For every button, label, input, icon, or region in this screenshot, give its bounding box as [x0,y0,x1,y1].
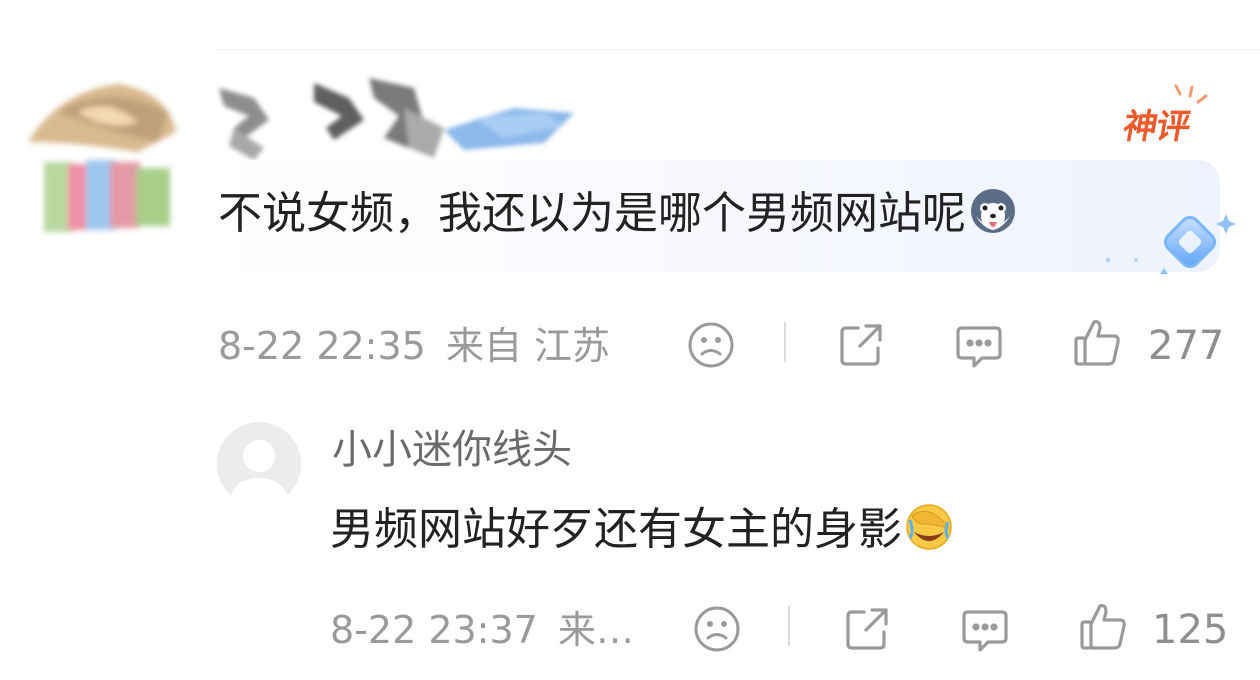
reply-meta: 8-22 23:37 来… [330,608,634,652]
username-censored[interactable] [214,68,594,168]
dislike-face-icon[interactable] [686,320,736,374]
reply-username[interactable]: 小小迷你线头 [332,426,572,474]
reply-avatar[interactable] [217,422,301,506]
like-count: 277 [1148,323,1225,369]
reply-text-content: 男频网站好歹还有女主的身影 [330,504,902,555]
reply-timestamp: 8-22 23:37 [330,608,538,652]
comment-text-content: 不说女频，我还以为是哪个男频网站呢 [218,188,966,239]
comment-timestamp: 8-22 22:35 [218,324,426,368]
reply-share-icon[interactable] [842,604,892,658]
reply-action-separator [788,606,790,646]
like-thumb-icon[interactable] [1072,316,1122,372]
reply-like-thumb-icon[interactable] [1078,600,1128,656]
diamond-decoration-icon [1098,204,1238,280]
hot-comment-badge: 神评 [1118,84,1218,147]
comment-location: 来自 江苏 [445,324,611,368]
action-separator [784,322,786,362]
comment-icon[interactable] [954,320,1004,374]
reply-text[interactable]: 男频网站好歹还有女主的身影 [330,500,954,560]
comment-text[interactable]: 不说女频，我还以为是哪个男频网站呢 [218,184,1018,244]
reply-like-count: 125 [1152,607,1229,653]
share-icon[interactable] [836,320,886,374]
avatar[interactable] [18,72,180,240]
reply-comment-icon[interactable] [960,604,1010,658]
comment-meta: 8-22 22:35 来自 江苏 [218,324,610,368]
top-divider [218,49,1260,50]
husky-face-emoji [968,186,1018,236]
reply-dislike-face-icon[interactable] [692,604,742,658]
reply-location: 来… [557,608,634,652]
facepalm-laugh-emoji [904,502,954,552]
